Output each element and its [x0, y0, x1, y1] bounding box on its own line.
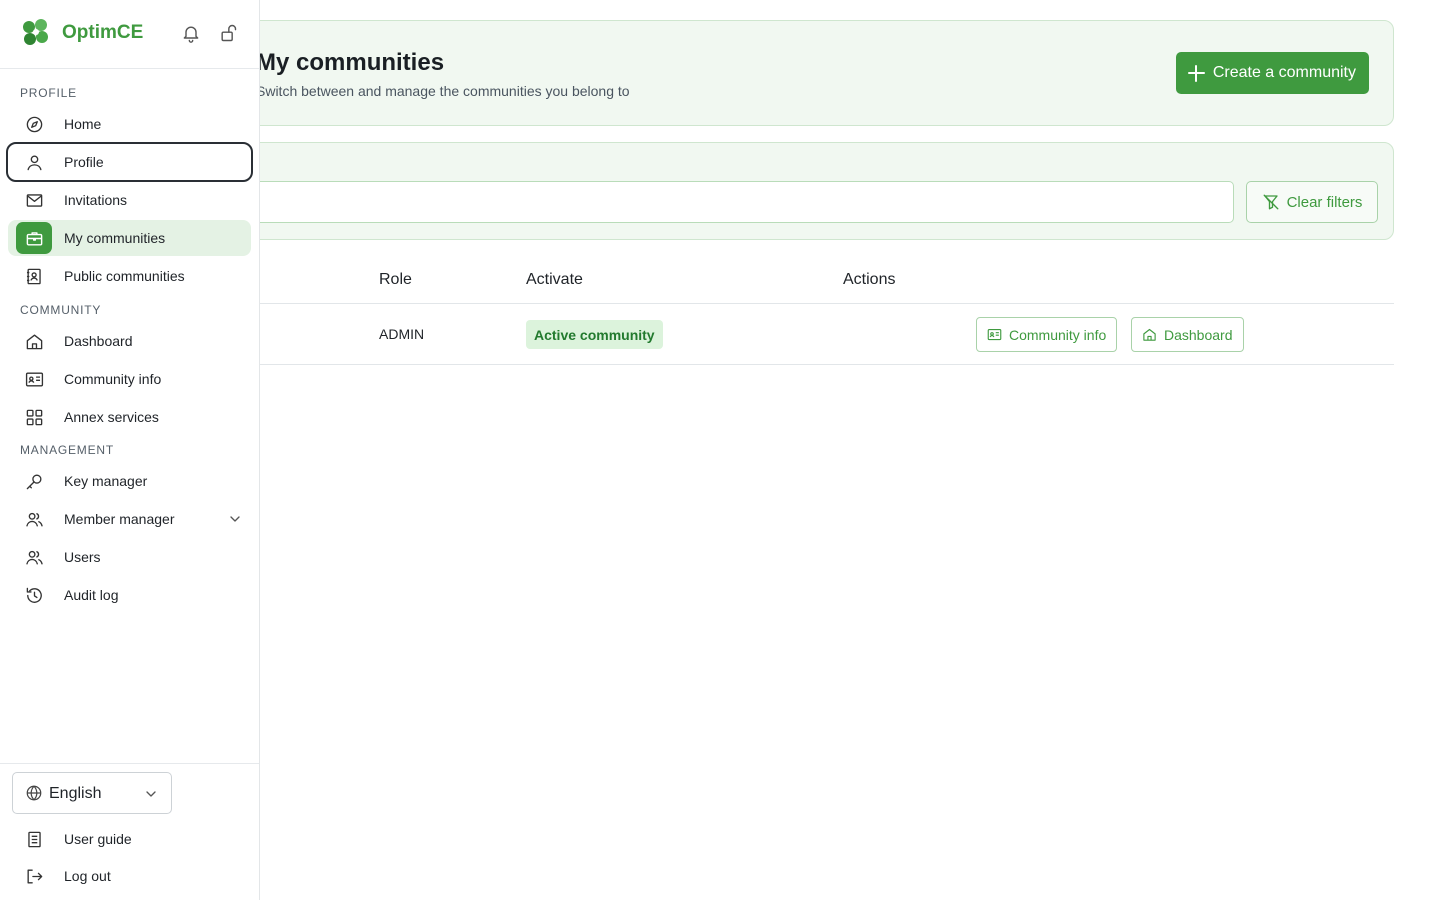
sidebar-item-label: Member manager — [64, 511, 175, 527]
logout-link[interactable]: Log out — [8, 858, 251, 894]
sidebar-item-public-communities[interactable]: Public communities — [8, 258, 251, 294]
sidebar-item-my-communities[interactable]: My communities — [8, 220, 251, 256]
section-label-management: MANAGEMENT — [20, 443, 115, 457]
sidebar-item-dashboard[interactable]: Dashboard — [8, 323, 251, 359]
dashboard-label: Dashboard — [1164, 326, 1233, 343]
unlock-icon[interactable] — [217, 22, 239, 44]
key-icon — [24, 471, 44, 491]
document-icon — [24, 829, 44, 849]
community-info-label: Community info — [1009, 326, 1107, 343]
sidebar-item-invitations[interactable]: Invitations — [8, 182, 251, 218]
sidebar-item-label: Users — [64, 549, 101, 565]
contact-book-icon — [24, 266, 44, 286]
user-guide-link[interactable]: User guide — [8, 821, 251, 857]
members-icon — [24, 509, 44, 529]
filter-card: Clear filters — [140, 142, 1394, 240]
chevron-down-icon — [230, 516, 240, 522]
sidebar-item-home[interactable]: Home — [8, 106, 251, 142]
status-badge: Active community — [526, 320, 663, 349]
filter-clear-icon — [1263, 194, 1278, 210]
id-card-icon — [987, 328, 1002, 341]
mail-icon — [24, 190, 44, 210]
table-row: ADMIN Active community Community info Da… — [140, 304, 1394, 365]
sidebar-item-key-manager[interactable]: Key manager — [8, 463, 251, 499]
column-header-role: Role — [379, 271, 412, 288]
language-value: English — [49, 785, 102, 802]
sidebar-item-label: Dashboard — [64, 333, 133, 349]
create-community-button[interactable]: Create a community — [1175, 52, 1369, 94]
clear-filters-button[interactable]: Clear filters — [1246, 181, 1378, 223]
column-header-actions: Actions — [843, 271, 896, 288]
create-community-label: Create a community — [1212, 64, 1356, 81]
logout-label: Log out — [64, 868, 111, 884]
sidebar-item-label: Key manager — [64, 473, 148, 489]
sidebar-item-audit-log[interactable]: Audit log — [8, 577, 251, 613]
sidebar-item-label: Home — [64, 116, 102, 132]
table-header: Role Activate Actions — [140, 256, 1394, 304]
house-icon — [24, 331, 44, 351]
briefcase-icon — [16, 222, 52, 254]
bell-icon[interactable] — [180, 22, 202, 44]
clear-filters-label: Clear filters — [1286, 193, 1363, 211]
house-icon — [1143, 328, 1156, 341]
globe-icon — [26, 785, 42, 801]
id-card-icon — [24, 369, 44, 389]
language-select[interactable]: English — [12, 772, 172, 814]
sidebar-item-users[interactable]: Users — [8, 539, 251, 575]
user-guide-label: User guide — [64, 831, 132, 847]
sidebar-item-label: My communities — [64, 230, 166, 246]
divider — [0, 68, 259, 69]
role-cell: ADMIN — [379, 326, 425, 342]
column-header-activate: Activate — [526, 271, 583, 288]
communities-table: Role Activate Actions ADMIN Active commu… — [140, 256, 1394, 365]
history-icon — [24, 585, 44, 605]
logout-icon — [24, 866, 44, 886]
divider — [0, 763, 259, 764]
compass-icon — [24, 114, 44, 134]
sidebar-item-profile[interactable]: Profile — [6, 142, 253, 182]
sidebar: OptimCE PROFILE Home Profile Invitations… — [0, 0, 260, 900]
clover-logo-icon — [23, 19, 48, 45]
page-title: My communities — [256, 49, 445, 76]
grid-icon — [24, 407, 44, 427]
users-icon — [24, 547, 44, 567]
sidebar-item-label: Audit log — [64, 587, 119, 603]
plus-icon — [1187, 64, 1205, 82]
sidebar-item-label: Public communities — [64, 268, 185, 284]
chevron-down-icon — [146, 791, 156, 797]
community-info-button[interactable]: Community info — [976, 317, 1118, 352]
page-subtitle: Switch between and manage the communitie… — [256, 83, 630, 99]
sidebar-item-label: Profile — [64, 154, 104, 170]
section-label-community: COMMUNITY — [20, 303, 102, 317]
section-label-profile: PROFILE — [20, 86, 77, 100]
sidebar-item-label: Invitations — [64, 192, 128, 208]
sidebar-item-label: Annex services — [64, 409, 159, 425]
user-icon — [24, 152, 44, 172]
brand[interactable]: OptimCE — [20, 18, 143, 48]
search-input[interactable] — [161, 181, 1234, 223]
sidebar-item-member-manager[interactable]: Member manager — [8, 501, 251, 537]
page-header-card: My communities Switch between and manage… — [140, 20, 1394, 126]
dashboard-button[interactable]: Dashboard — [1131, 317, 1244, 352]
app-name: OptimCE — [62, 22, 144, 43]
sidebar-item-label: Community info — [64, 371, 162, 387]
sidebar-item-community-info[interactable]: Community info — [8, 361, 251, 397]
sidebar-item-annex-services[interactable]: Annex services — [8, 399, 251, 435]
